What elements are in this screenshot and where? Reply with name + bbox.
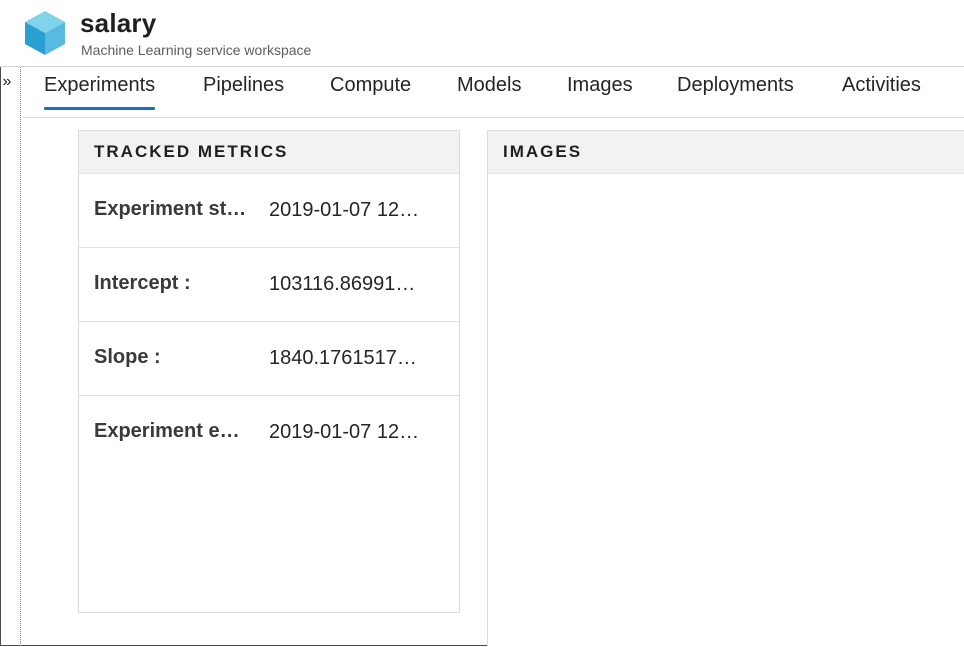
metric-value: 2019-01-07 12… — [269, 199, 420, 221]
tab-models[interactable]: Models — [457, 72, 521, 106]
cube-icon — [25, 11, 65, 55]
expand-chevrons-icon[interactable]: » — [0, 72, 14, 92]
workspace-title: salary — [80, 8, 157, 38]
collapsed-side-rail — [0, 67, 21, 646]
tab-bar: Experiments Pipelines Compute Models Ima… — [22, 67, 964, 118]
metric-name: Slope : — [94, 346, 161, 368]
tab-pipelines[interactable]: Pipelines — [203, 72, 284, 106]
metric-name: Experiment e… — [94, 420, 240, 442]
metric-name: Experiment st… — [94, 198, 247, 220]
tab-activities[interactable]: Activities — [842, 72, 921, 106]
images-panel: IMAGES — [487, 130, 964, 647]
metric-value: 1840.1761517… — [269, 347, 417, 369]
workspace-header: salary Machine Learning service workspac… — [0, 0, 964, 67]
workspace-subtitle: Machine Learning service workspace — [81, 42, 312, 58]
tracked-metrics-title: TRACKED METRICS — [79, 131, 459, 174]
metric-row: Experiment st… 2019-01-07 12… — [79, 174, 459, 248]
metric-value: 103116.86991… — [269, 273, 416, 295]
metric-value: 2019-01-07 12… — [269, 421, 420, 443]
tab-images[interactable]: Images — [567, 72, 633, 106]
metric-row: Experiment e… 2019-01-07 12… — [79, 396, 459, 469]
images-panel-title: IMAGES — [488, 131, 964, 174]
tab-deployments[interactable]: Deployments — [677, 72, 794, 106]
metric-name: Intercept : — [94, 272, 191, 294]
metric-row: Intercept : 103116.86991… — [79, 248, 459, 322]
metric-row: Slope : 1840.1761517… — [79, 322, 459, 396]
tab-experiments[interactable]: Experiments — [44, 72, 156, 110]
tab-compute[interactable]: Compute — [330, 72, 411, 106]
tracked-metrics-panel: TRACKED METRICS Experiment st… 2019-01-0… — [78, 130, 460, 613]
